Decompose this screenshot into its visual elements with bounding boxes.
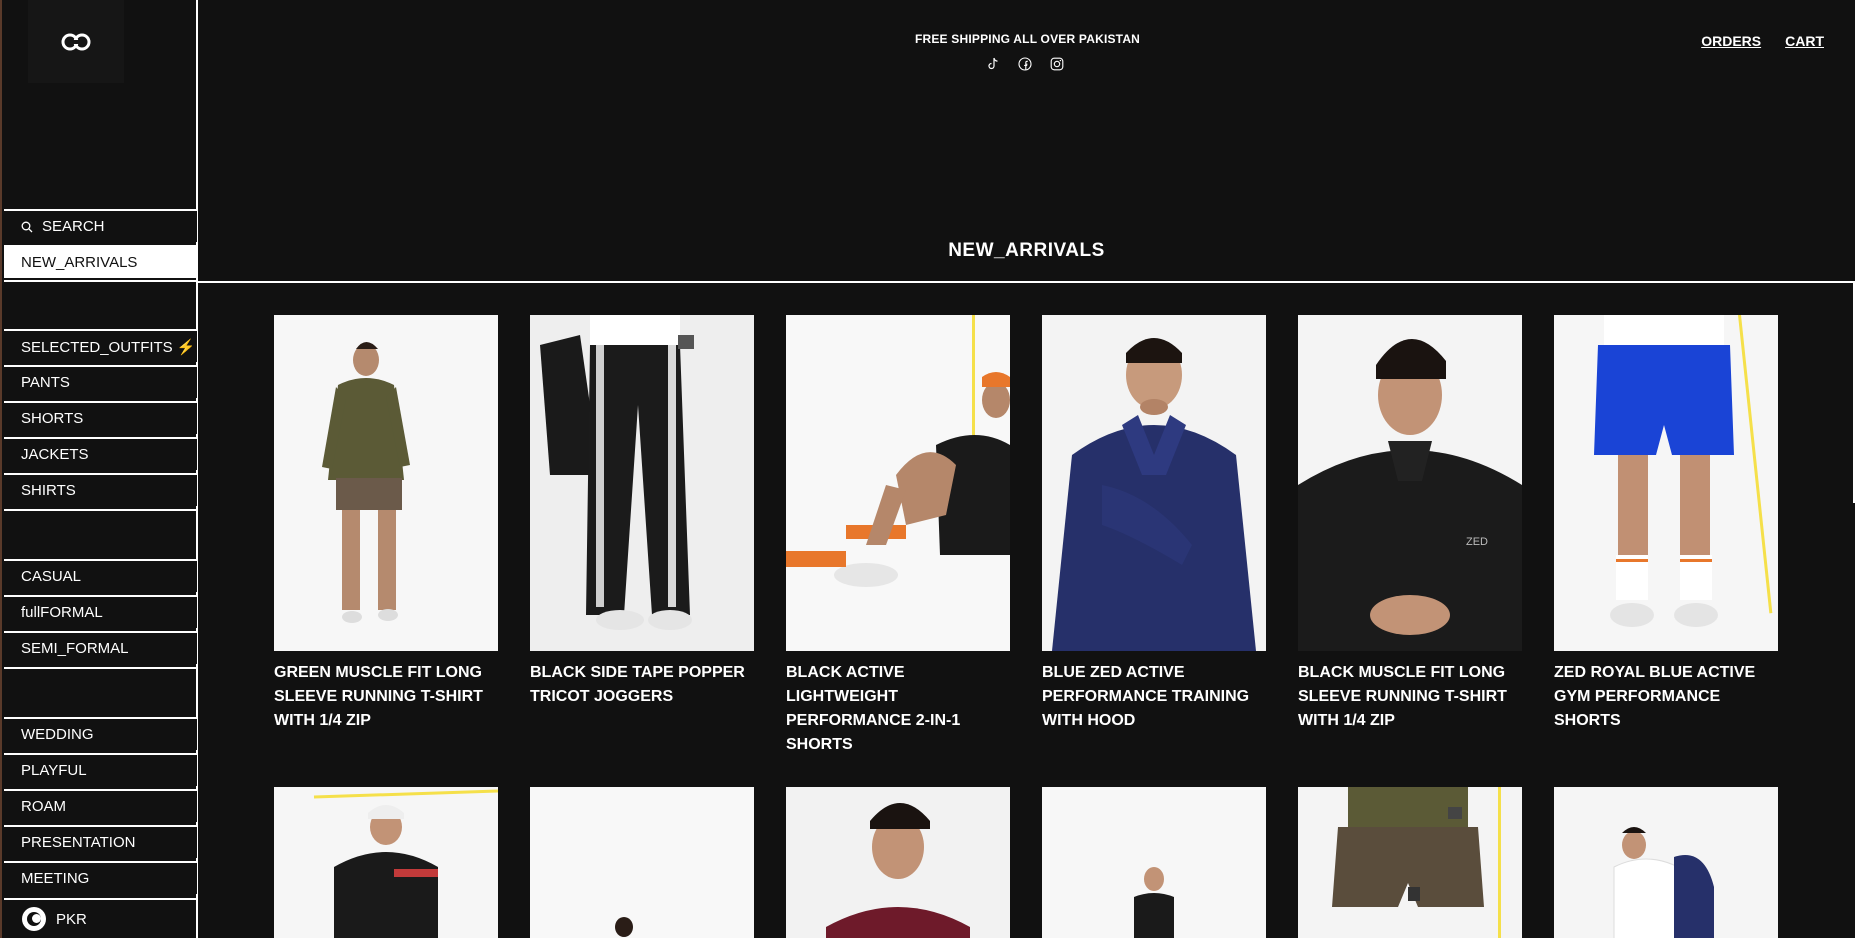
sidebar-item-shorts[interactable]: SHORTS — [4, 401, 197, 434]
section-divider — [198, 281, 1855, 283]
sidebar-item-roam[interactable]: ROAM — [4, 789, 197, 822]
sidebar-item-label: PANTS — [21, 374, 70, 391]
product-card[interactable]: BLACK ACTIVE LIGHTWEIGHT PERFORMANCE 2-I… — [786, 315, 1010, 757]
sidebar-item-label: PLAYFUL — [21, 762, 87, 779]
product-image[interactable] — [1554, 787, 1778, 938]
sidebar-item-label: ROAM — [21, 798, 66, 815]
currency-selector[interactable]: PKR — [4, 898, 197, 938]
product-image[interactable] — [1042, 787, 1266, 938]
sidebar-item-label: SHIRTS — [21, 482, 76, 499]
product-card[interactable]: BLACK SIDE TAPE POPPER TRICOT JOGGERS — [530, 315, 754, 709]
orders-link[interactable]: ORDERS — [1701, 33, 1761, 49]
product-image[interactable] — [1298, 787, 1522, 938]
search-icon — [21, 221, 33, 232]
social-links — [985, 56, 1065, 72]
sidebar-item-semi-formal[interactable]: SEMI_FORMAL — [4, 631, 197, 664]
sidebar-item-casual[interactable]: CASUAL — [4, 559, 197, 592]
product-card[interactable]: ZED BLACK MUSCLE FIT LONG SLEEVE RUNNING… — [1298, 315, 1522, 733]
sidebar-item-pants[interactable]: PANTS — [4, 365, 197, 398]
sidebar-item-playful[interactable]: PLAYFUL — [4, 753, 197, 786]
product-card[interactable] — [274, 787, 498, 938]
svg-text:ZED: ZED — [1466, 536, 1488, 548]
sidebar-item-label: WEDDING — [21, 726, 94, 743]
product-title[interactable]: BLACK MUSCLE FIT LONG SLEEVE RUNNING T-S… — [1298, 661, 1522, 733]
product-image[interactable] — [786, 787, 1010, 938]
product-image[interactable] — [1554, 315, 1778, 651]
search-button[interactable]: SEARCH — [4, 209, 197, 242]
sidebar-item-presentation[interactable]: PRESENTATION — [4, 825, 197, 858]
sidebar: SEARCH NEW_ARRIVALS SELECTED_OUTFITS ⚡ P… — [0, 0, 198, 938]
product-card[interactable] — [530, 787, 754, 938]
sidebar-item-selected-outfits[interactable]: SELECTED_OUTFITS ⚡ — [4, 329, 197, 362]
product-card[interactable]: BLUE ZED ACTIVE PERFORMANCE TRAINING WIT… — [1042, 315, 1266, 733]
sidebar-item-label: SEMI_FORMAL — [21, 640, 129, 657]
tiktok-icon[interactable] — [985, 56, 1001, 72]
sidebar-item-label: fullFORMAL — [21, 604, 103, 621]
cart-link[interactable]: CART — [1785, 33, 1824, 49]
sidebar-item-label: PRESENTATION — [21, 834, 136, 851]
instagram-icon[interactable] — [1049, 56, 1065, 72]
sidebar-item-label: SHORTS — [21, 410, 84, 427]
product-image[interactable]: ZED — [1298, 315, 1522, 651]
sidebar-item-new-arrivals[interactable]: NEW_ARRIVALS — [4, 245, 197, 278]
product-title[interactable]: BLACK ACTIVE LIGHTWEIGHT PERFORMANCE 2-I… — [786, 661, 1010, 757]
product-image[interactable] — [530, 315, 754, 651]
pakistan-flag-icon — [22, 907, 46, 931]
sidebar-divider — [4, 280, 197, 329]
sidebar-item-label: SELECTED_OUTFITS ⚡ — [21, 338, 196, 356]
product-title[interactable]: BLACK SIDE TAPE POPPER TRICOT JOGGERS — [530, 661, 754, 709]
search-label: SEARCH — [42, 218, 105, 235]
product-image[interactable] — [274, 787, 498, 938]
product-title[interactable]: ZED ROYAL BLUE ACTIVE GYM PERFORMANCE SH… — [1554, 661, 1778, 733]
product-image[interactable] — [1042, 315, 1266, 651]
sidebar-item-shirts[interactable]: SHIRTS — [4, 473, 197, 506]
sidebar-item-label: CASUAL — [21, 568, 82, 585]
currency-label: PKR — [56, 910, 87, 928]
sidebar-divider — [4, 667, 197, 717]
product-title[interactable]: GREEN MUSCLE FIT LONG SLEEVE RUNNING T-S… — [274, 661, 498, 733]
sidebar-item-label: NEW_ARRIVALS — [21, 254, 138, 271]
sidebar-item-fullformal[interactable]: fullFORMAL — [4, 595, 197, 628]
sidebar-item-label: JACKETS — [21, 446, 89, 463]
product-card[interactable]: ZED ROYAL BLUE ACTIVE GYM PERFORMANCE SH… — [1554, 315, 1778, 733]
sidebar-item-meeting[interactable]: MEETING — [4, 861, 197, 894]
section-title: NEW_ARRIVALS — [948, 240, 1105, 261]
product-card[interactable] — [1554, 787, 1778, 938]
product-card[interactable] — [1042, 787, 1266, 938]
product-image[interactable] — [530, 787, 754, 938]
sidebar-divider — [4, 509, 197, 559]
sidebar-item-jackets[interactable]: JACKETS — [4, 437, 197, 470]
product-card[interactable]: GREEN MUSCLE FIT LONG SLEEVE RUNNING T-S… — [274, 315, 498, 733]
product-image[interactable] — [786, 315, 1010, 651]
announcement-bar: FREE SHIPPING ALL OVER PAKISTAN — [914, 32, 1141, 46]
facebook-icon[interactable] — [1017, 56, 1033, 72]
product-title[interactable]: BLUE ZED ACTIVE PERFORMANCE TRAINING WIT… — [1042, 661, 1266, 733]
product-card[interactable] — [786, 787, 1010, 938]
sidebar-item-label: MEETING — [21, 870, 90, 887]
account-links: ORDERS CART — [1701, 33, 1824, 49]
product-image[interactable] — [274, 315, 498, 651]
sidebar-item-wedding[interactable]: WEDDING — [4, 717, 197, 750]
product-card[interactable] — [1298, 787, 1522, 938]
